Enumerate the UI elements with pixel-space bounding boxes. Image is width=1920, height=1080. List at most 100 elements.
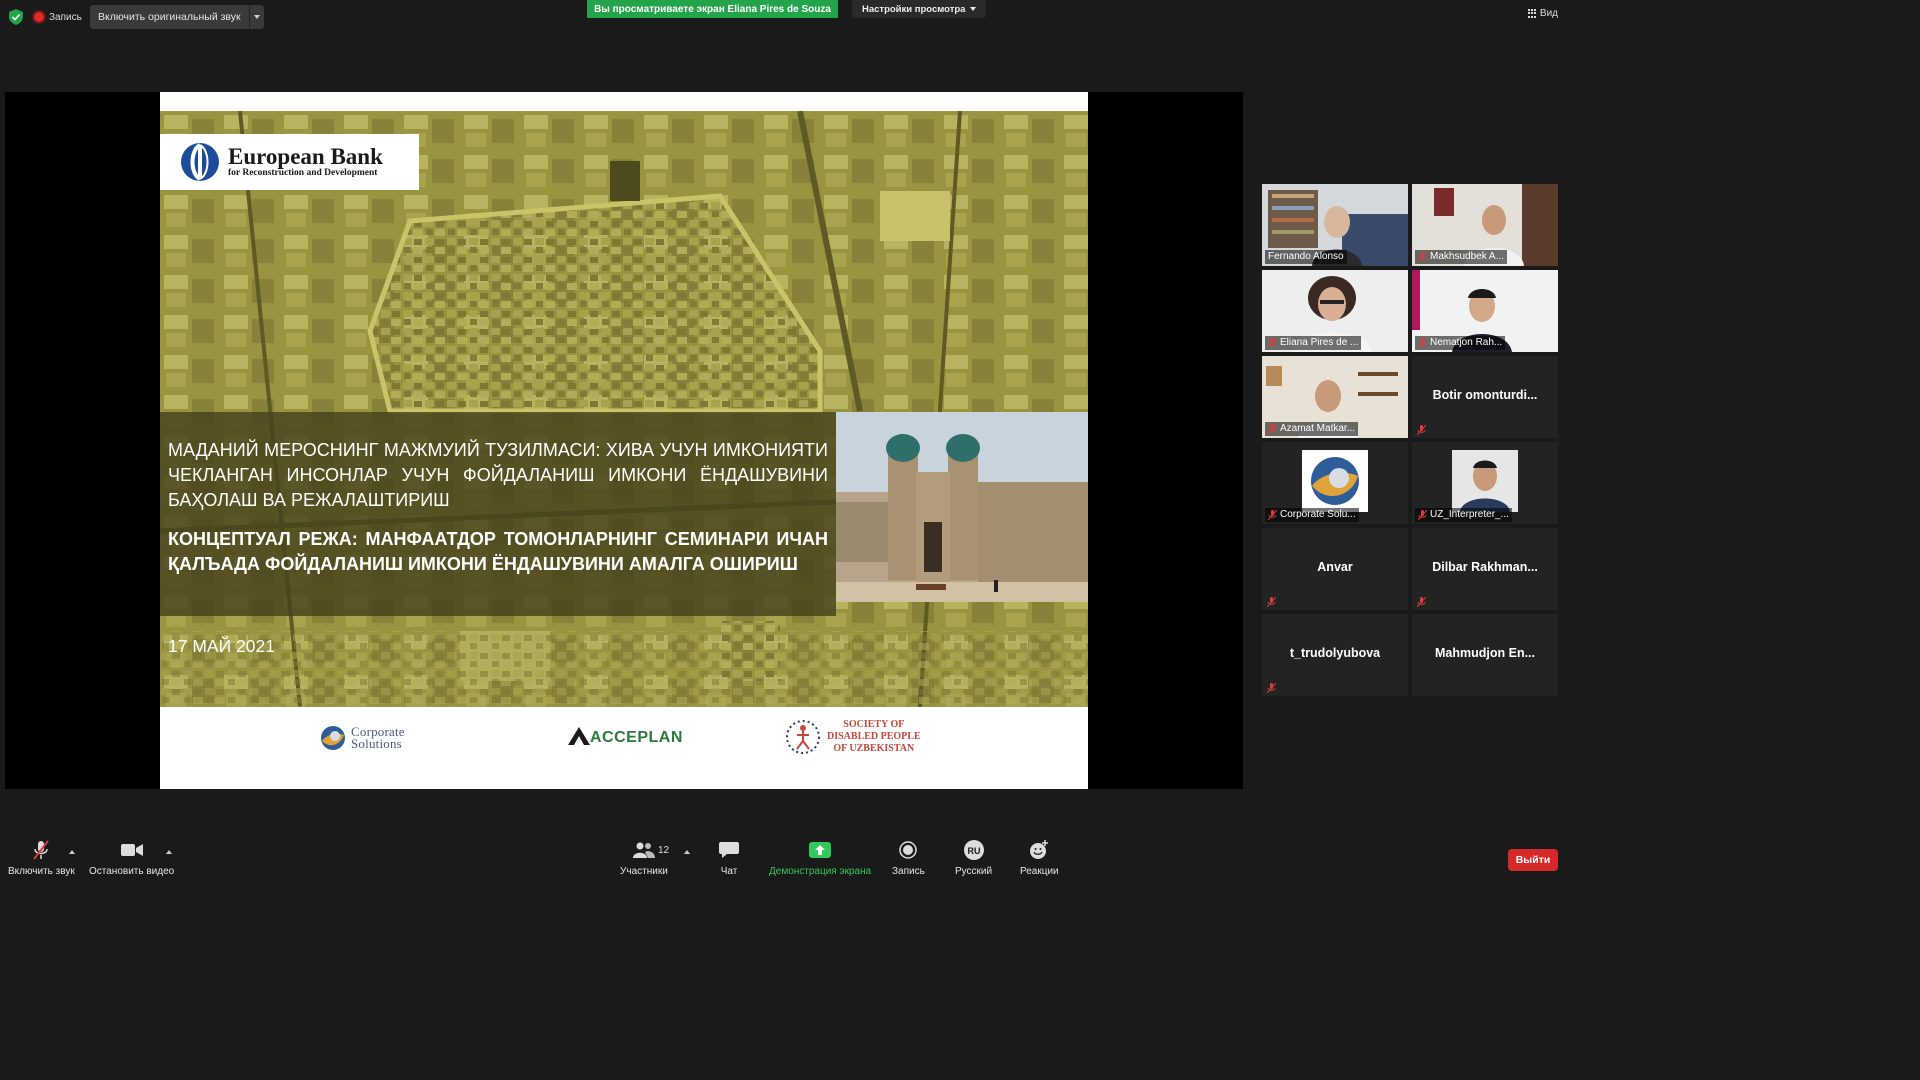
participant-tile[interactable]: Dilbar Rakhman...	[1412, 528, 1558, 610]
muted-mic-icon	[33, 840, 50, 860]
chat-icon	[719, 842, 739, 858]
recording-indicator[interactable]: Запись	[34, 8, 82, 26]
participant-name: Azamat Matkar...	[1265, 422, 1359, 436]
ebrd-logo-title: European Bank	[228, 144, 383, 169]
slide-title-secondary: КОНЦЕПТУАЛ РЕЖА: МАНФААТДОР ТОМОНЛАРНИНГ…	[168, 529, 828, 574]
chevron-down-icon	[253, 15, 260, 19]
participant-tile[interactable]: Botir omonturdi...	[1412, 356, 1558, 438]
acceplan-logo-text: ACCEPLAN	[590, 729, 683, 746]
video-options-caret[interactable]	[166, 850, 172, 854]
reactions-label: Реакции	[1020, 866, 1059, 877]
grid-view-icon	[1527, 9, 1537, 18]
slide-footer-logos: Corporate Solutions ACCEPLAN SOCIETY OF …	[160, 707, 1088, 789]
sdp-line2: DISABLED PEOPLE	[827, 731, 921, 742]
record-dot-icon	[34, 12, 44, 22]
language-code: RU	[967, 846, 980, 856]
society-disabled-people-logo: SOCIETY OF DISABLED PEOPLE OF UZBEKISTAN	[785, 719, 921, 755]
participant-name: Dilbar Rakhman...	[1432, 560, 1538, 574]
share-screen-button[interactable]: Демонстрация экрана	[769, 835, 871, 877]
participant-name: Eliana Pires de ...	[1265, 336, 1362, 350]
participant-tile[interactable]: Anvar	[1262, 528, 1408, 610]
muted-mic-icon	[1267, 597, 1276, 607]
muted-mic-icon	[1267, 683, 1276, 693]
recording-label: Запись	[49, 11, 82, 23]
muted-mic-icon	[1417, 597, 1426, 607]
muted-mic-icon	[1418, 338, 1427, 348]
unmute-label: Включить звук	[8, 866, 75, 877]
participant-name: Anvar	[1317, 560, 1353, 574]
chat-label: Чат	[720, 866, 738, 877]
participant-name: UZ_Interpreter_...	[1415, 508, 1512, 522]
ebrd-logo: European Bank for Reconstruction and Dev…	[160, 134, 419, 190]
participant-name: t_trudolyubova	[1289, 646, 1381, 660]
corporate-solutions-line2: Solutions	[351, 736, 402, 751]
participant-tile[interactable]: Makhsudbek A...	[1412, 184, 1558, 266]
participant-name: Fernando Alonso	[1265, 250, 1347, 264]
record-button[interactable]: Запись	[892, 835, 925, 877]
muted-mic-icon	[1418, 252, 1427, 262]
stop-video-button[interactable]: Остановить видео	[89, 835, 174, 877]
participant-tile[interactable]: t_trudolyubova	[1262, 614, 1408, 696]
ebrd-logo-subtitle: for Reconstruction and Development	[228, 168, 378, 178]
original-sound-button[interactable]: Включить оригинальный звук	[90, 5, 264, 29]
slide-title-main: МАДАНИЙ МЕРОСНИНГ МАЖМУИЙ ТУЗИЛМАСИ: ХИВ…	[168, 440, 828, 510]
participant-name: Botir omonturdi...	[1432, 388, 1538, 402]
acceplan-logo: ACCEPLAN	[568, 725, 683, 747]
participant-name: Corporate Solu...	[1265, 508, 1359, 522]
participant-tile[interactable]: Eliana Pires de ...	[1262, 270, 1408, 352]
view-options-label: Настройки просмотра	[862, 3, 966, 15]
muted-mic-icon	[1418, 510, 1427, 520]
participant-tile[interactable]: Nematjon Rah...	[1412, 270, 1558, 352]
shared-screen[interactable]: European Bank for Reconstruction and Dev…	[5, 92, 1243, 789]
record-icon	[899, 841, 918, 859]
corporate-solutions-logo-icon	[321, 726, 345, 750]
slide-title-box: МАДАНИЙ МЕРОСНИНГ МАЖМУИЙ ТУЗИЛМАСИ: ХИВ…	[160, 412, 836, 616]
muted-mic-icon	[1268, 338, 1277, 348]
aerial-background-image: European Bank for Reconstruction and Dev…	[160, 111, 1088, 707]
sdp-line3: OF UZBEKISTAN	[833, 743, 915, 754]
unmute-button[interactable]: Включить звук	[8, 835, 75, 877]
leave-meeting-button[interactable]: Выйти	[1508, 849, 1558, 871]
khiva-gate-photo	[836, 412, 1088, 602]
participants-label: Участники	[620, 866, 668, 877]
view-options-button[interactable]: Настройки просмотра	[852, 0, 987, 18]
muted-mic-icon	[1268, 424, 1277, 434]
society-disabled-people-logo-icon	[786, 720, 820, 754]
participant-tile[interactable]: Mahmudjon En...	[1412, 614, 1558, 696]
chevron-down-icon	[970, 7, 977, 11]
ebrd-logo-icon	[181, 143, 219, 181]
participants-button[interactable]: Участники	[620, 835, 668, 877]
record-label: Запись	[892, 866, 925, 877]
share-screen-label: Демонстрация экрана	[769, 866, 872, 877]
participant-tile[interactable]: Corporate Solu...	[1262, 442, 1408, 524]
chat-button[interactable]: Чат	[719, 835, 739, 877]
participants-options-caret[interactable]	[684, 850, 690, 854]
share-screen-icon	[809, 842, 832, 858]
corporate-solutions-logo: Corporate Solutions	[320, 725, 405, 751]
viewing-share-banner: Вы просматриваете экран Eliana Pires de …	[587, 0, 838, 18]
muted-mic-icon	[1417, 425, 1426, 435]
participants-count: 12	[658, 845, 670, 856]
participant-tile[interactable]: UZ_Interpreter_...	[1412, 442, 1558, 524]
participant-tile[interactable]: Azamat Matkar...	[1262, 356, 1408, 438]
original-sound-label: Включить оригинальный звук	[98, 11, 241, 23]
audio-options-caret[interactable]	[69, 850, 75, 854]
interpretation-language-button[interactable]: RU Русский	[955, 835, 992, 877]
participant-name: Mahmudjon En...	[1435, 646, 1535, 660]
stop-video-label: Остановить видео	[89, 866, 175, 877]
top-bar: Запись Включить оригинальный звук Вы про…	[0, 0, 1568, 34]
language-label: Русский	[955, 866, 993, 877]
acceplan-logo-icon	[568, 727, 590, 745]
participant-tile[interactable]: Fernando Alonso	[1262, 184, 1408, 266]
view-label: Вид	[1539, 8, 1558, 19]
reactions-button[interactable]: Реакции	[1020, 835, 1059, 877]
reactions-smiley-icon	[1030, 840, 1049, 859]
meeting-toolbar: Включить звук Остановить видео Участники…	[0, 835, 1568, 882]
participant-name: Nematjon Rah...	[1415, 336, 1506, 350]
view-button[interactable]: Вид	[1527, 8, 1558, 19]
sdp-line1: SOCIETY OF	[843, 719, 905, 730]
language-globe-icon: RU	[963, 840, 984, 860]
security-shield-icon[interactable]	[9, 9, 23, 25]
original-sound-dropdown[interactable]	[248, 5, 264, 29]
participant-name: Makhsudbek A...	[1415, 250, 1507, 264]
